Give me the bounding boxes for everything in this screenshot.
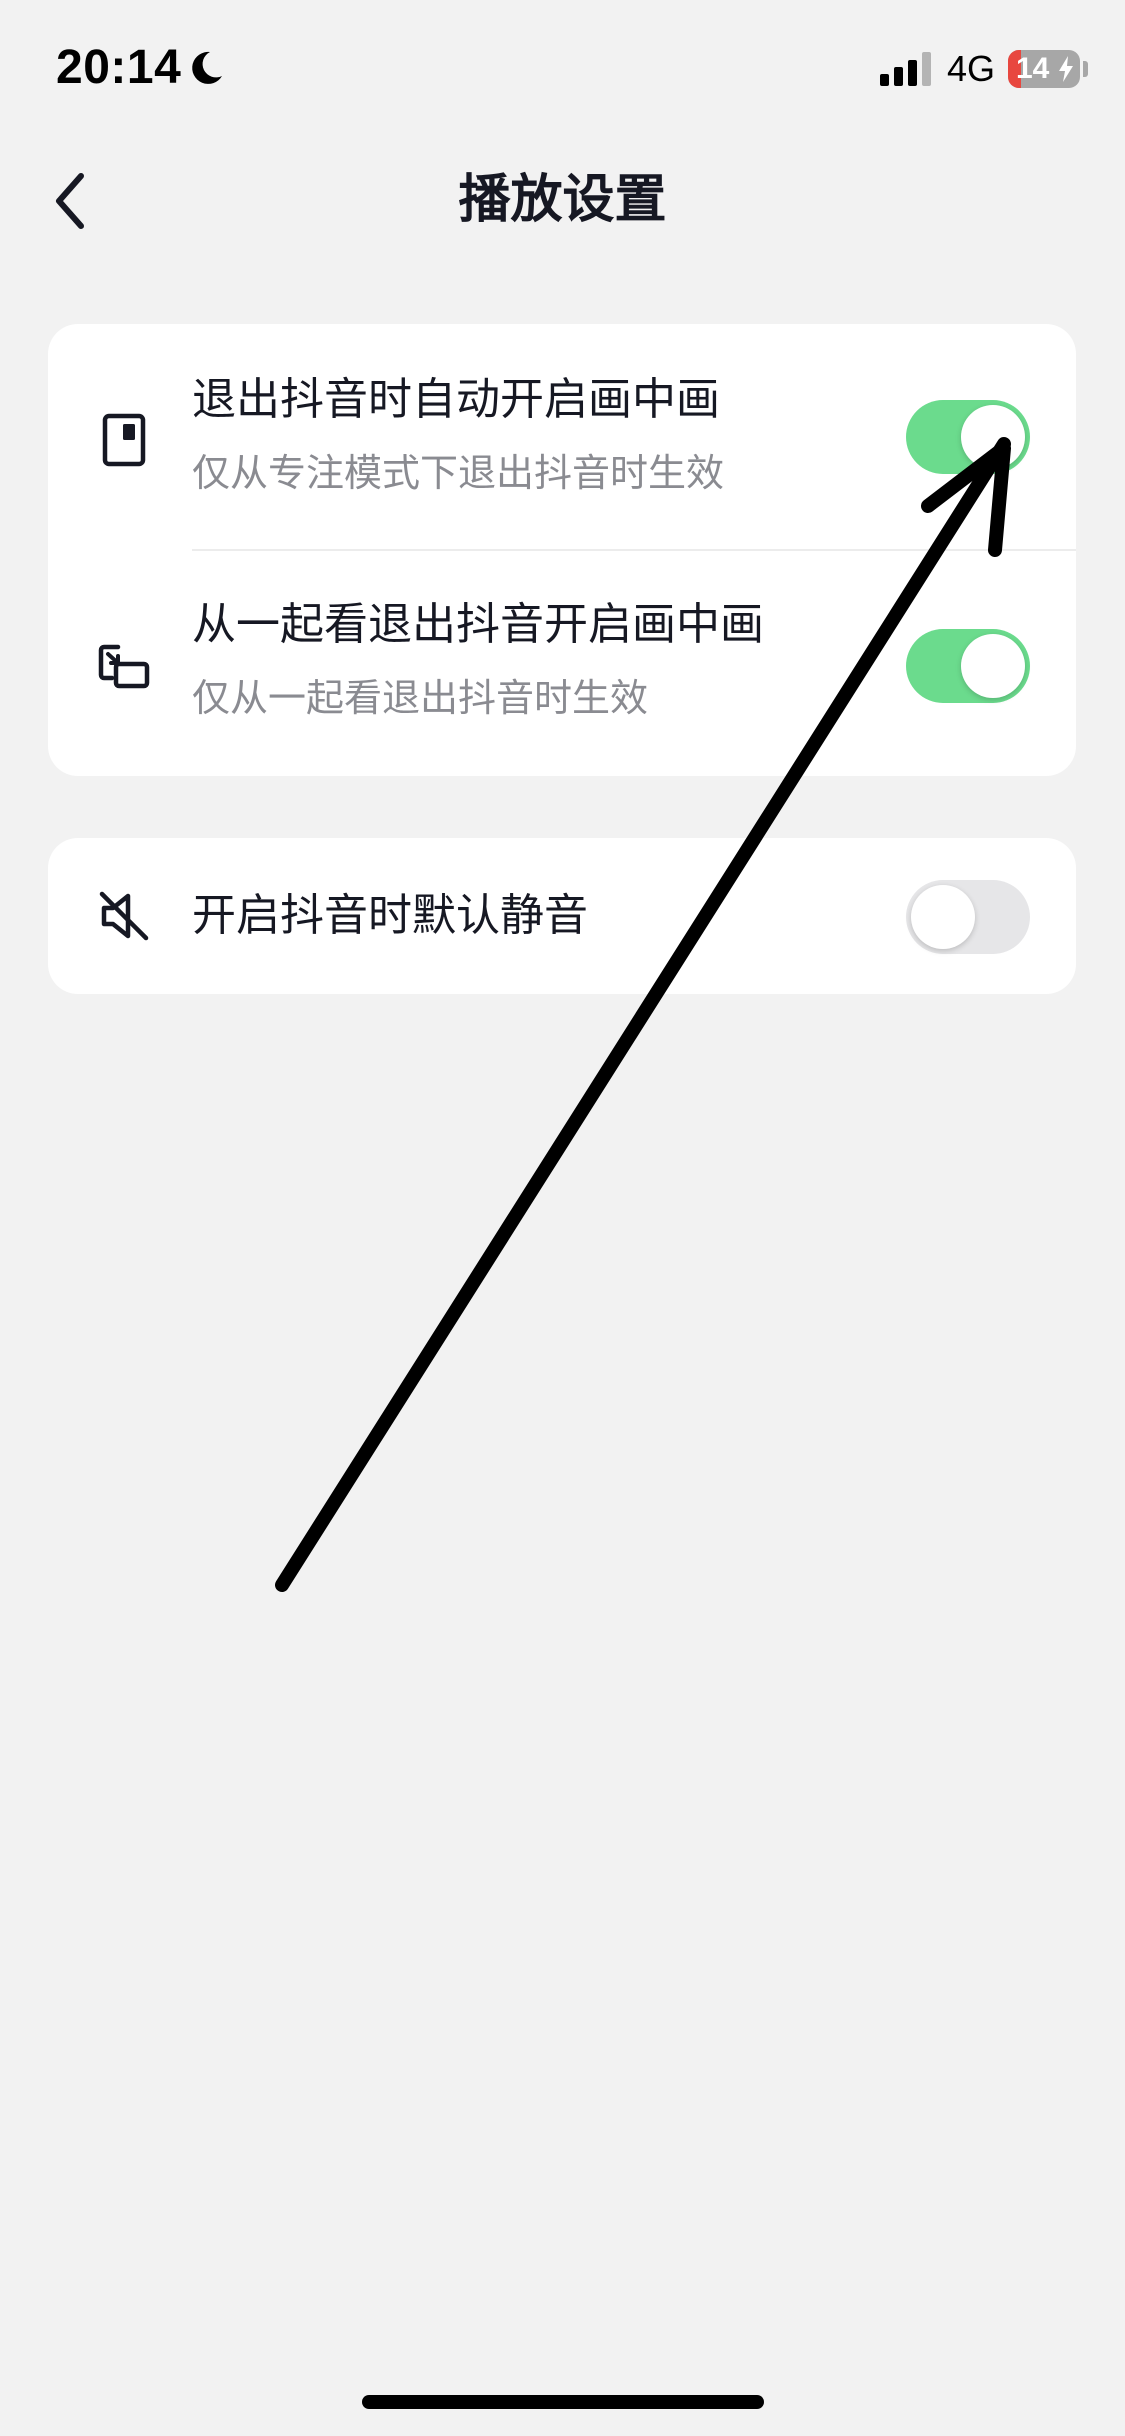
setting-subtitle: 仅从专注模式下退出抖音时生效: [192, 451, 725, 495]
default-mute-toggle[interactable]: [906, 880, 1030, 954]
battery-level: 14: [1016, 52, 1050, 85]
signal-icon: [880, 52, 931, 86]
setting-row-watch-together-pip[interactable]: 从一起看退出抖音开启画中画 仅从一起看退出抖音时生效: [48, 551, 1076, 776]
auto-pip-toggle[interactable]: [906, 400, 1030, 474]
status-time: 20:14: [56, 41, 182, 94]
home-indicator[interactable]: [362, 2395, 764, 2409]
battery-icon: 14: [1008, 50, 1080, 88]
network-type: 4G: [947, 48, 996, 89]
toggle-knob: [961, 634, 1025, 698]
settings-card-pip: 退出抖音时自动开启画中画 仅从专注模式下退出抖音时生效 从一起看退出抖音开启画中…: [48, 324, 1076, 776]
watch-together-pip-toggle[interactable]: [906, 629, 1030, 703]
toggle-knob: [911, 885, 975, 949]
settings-card-sound: 开启抖音时默认静音: [48, 838, 1076, 994]
phone-window-icon: [102, 413, 146, 467]
bolt-icon: [1059, 56, 1073, 82]
setting-title: 退出抖音时自动开启画中画: [192, 374, 720, 425]
moon-icon: [192, 51, 222, 84]
setting-row-default-mute[interactable]: 开启抖音时默认静音: [48, 838, 1076, 994]
setting-row-auto-pip[interactable]: 退出抖音时自动开启画中画 仅从专注模式下退出抖音时生效: [48, 324, 1076, 550]
battery-cap: [1083, 61, 1088, 77]
picture-in-picture-icon: [98, 644, 150, 689]
mute-icon: [99, 891, 149, 941]
status-bar: 20:14 4G 14: [0, 0, 1125, 140]
setting-title: 开启抖音时默认静音: [192, 890, 588, 941]
page-title: 播放设置: [458, 170, 667, 230]
toggle-knob: [961, 405, 1025, 469]
setting-title: 从一起看退出抖音开启画中画: [192, 599, 764, 650]
setting-subtitle: 仅从一起看退出抖音时生效: [192, 676, 649, 720]
